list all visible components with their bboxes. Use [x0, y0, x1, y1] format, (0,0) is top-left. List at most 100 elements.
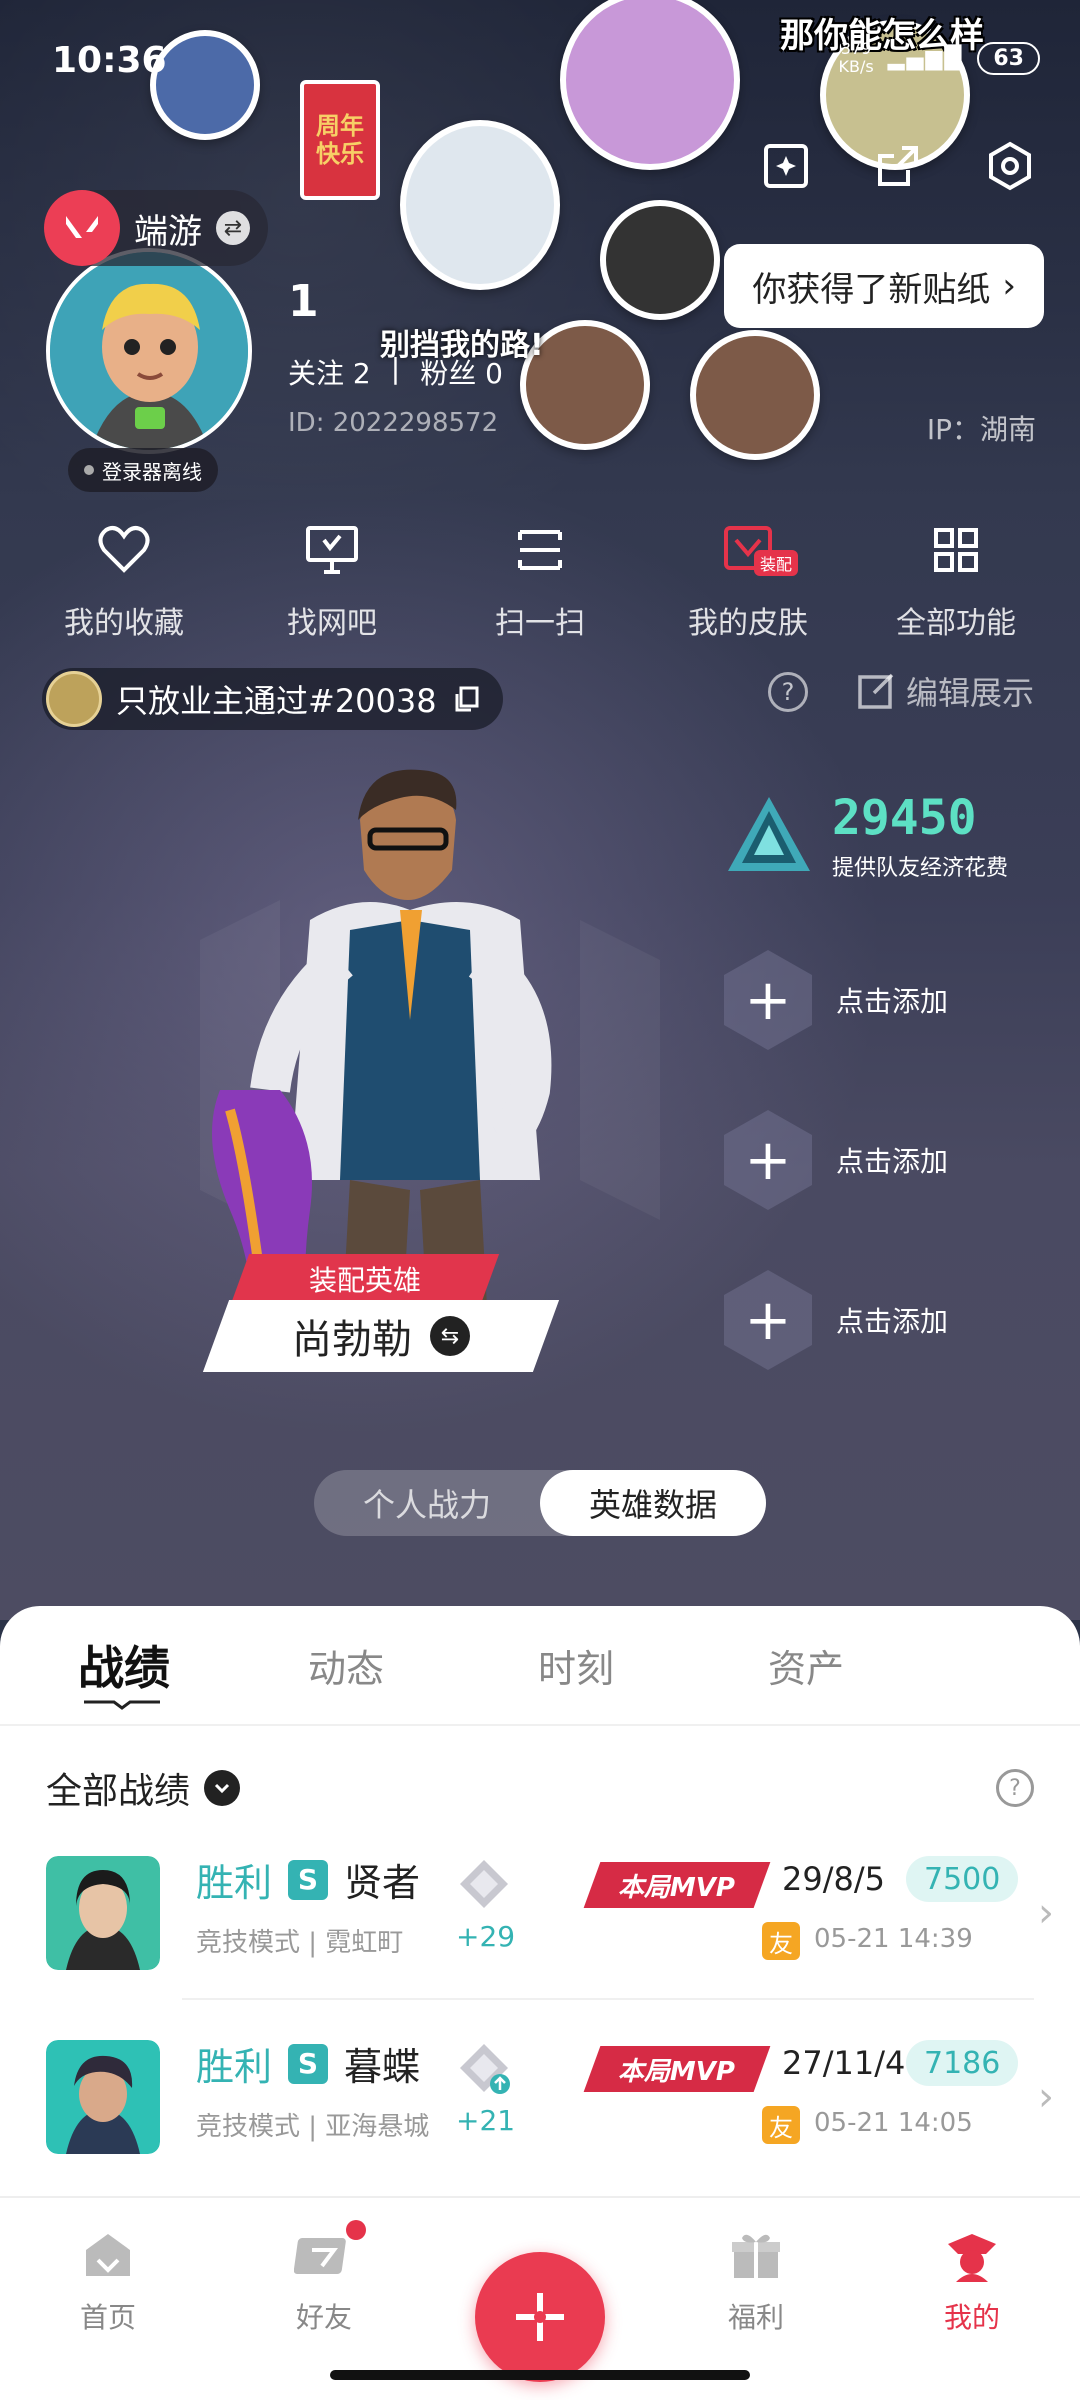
agent-name: 暮蝶 — [344, 2045, 421, 2089]
nav-label: 福利 — [727, 2301, 784, 2334]
help-icon[interactable]: ? — [768, 672, 808, 712]
records-filter[interactable]: 全部战绩 — [46, 1762, 241, 1814]
sticker-scroll-text-2: 快乐 — [316, 140, 364, 168]
edit-display-label: 编辑展示 — [905, 674, 1034, 712]
offline-text: 登录器离线 — [102, 459, 202, 484]
add-slot-label: 点击添加 — [836, 1305, 949, 1338]
new-sticker-tip-text: 你获得了新贴纸 — [752, 269, 991, 310]
row-divider — [182, 1998, 1034, 2000]
agent-name: 贤者 — [344, 1861, 421, 1905]
stat-label: 提供队友经济花费 — [832, 856, 1009, 881]
notification-dot — [346, 2220, 366, 2240]
result-text: 胜利 — [196, 2045, 273, 2089]
tab-records-label: 战绩 — [78, 1641, 170, 1695]
sticker-edit-icon[interactable] — [750, 130, 822, 202]
nav-label: 我的 — [943, 2301, 1000, 2334]
quick-action-all[interactable]: 全部功能 — [861, 520, 1051, 642]
guild-name: 只放业主通过#20038 — [116, 682, 437, 720]
plus-icon: + — [724, 1270, 812, 1370]
guild-badge-icon — [46, 671, 102, 727]
nav-profile[interactable]: 我的 — [882, 2198, 1062, 2400]
quick-action-label: 扫一扫 — [495, 606, 585, 641]
rank-triangle-icon — [728, 797, 810, 871]
plus-icon: + — [724, 950, 812, 1050]
network-speed-unit: KB/s — [838, 57, 874, 76]
username: 1 — [288, 276, 319, 327]
quick-action-skins[interactable]: 装配 我的皮肤 — [653, 520, 843, 642]
segment-personal-power[interactable]: 个人战力 — [314, 1470, 540, 1536]
rank-badge: S — [288, 1859, 329, 1900]
fans-link[interactable]: 粉丝 0 — [420, 352, 503, 392]
segment-hero-data[interactable]: 英雄数据 — [540, 1470, 766, 1536]
sticker-girl-purple — [560, 0, 740, 170]
game-switch-label: 端游 — [134, 211, 202, 252]
share-icon[interactable] — [862, 130, 934, 202]
mvp-text: 本局MVP — [618, 1872, 736, 1903]
follow-count: 2 — [352, 357, 371, 390]
record-result: 胜利 S 贤者 — [196, 1852, 420, 1907]
quick-action-scan[interactable]: 扫一扫 — [445, 520, 635, 642]
copy-icon[interactable] — [451, 684, 481, 714]
new-sticker-tip[interactable]: 你获得了新贴纸 › — [724, 244, 1044, 328]
settings-icon[interactable] — [974, 130, 1046, 202]
stat-economy[interactable]: 29450 提供队友经济花费 — [724, 790, 1008, 882]
sticker-white-hair — [400, 120, 560, 290]
status-time: 10:36 — [52, 40, 167, 81]
guild-chip[interactable]: 只放业主通过#20038 — [42, 668, 503, 730]
offline-dot-icon — [84, 465, 94, 475]
follow-divider: | — [390, 352, 401, 385]
skin-equip-tag: 装配 — [753, 550, 798, 576]
hero-swap-icon[interactable]: ⇆ — [430, 1316, 470, 1356]
tab-feed[interactable]: 动态 — [278, 1638, 508, 1693]
plus-icon[interactable] — [475, 2252, 605, 2382]
skin-icon: 装配 — [718, 520, 798, 580]
records-header: 全部战绩 ? — [0, 1726, 1080, 1814]
edit-display-button[interactable]: 编辑展示 — [856, 668, 1034, 714]
record-row[interactable]: 胜利 S 暮蝶 竞技模式 | 亚海悬城 +21 本局MVP 27/11/4 71… — [0, 2026, 1080, 2196]
avatar[interactable] — [46, 248, 252, 454]
chevron-down-icon — [204, 1770, 241, 1806]
tab-underline — [84, 1700, 160, 1710]
add-slot-3[interactable]: + 点击添加 — [724, 1270, 948, 1370]
friend-tag: 友 — [762, 2106, 800, 2144]
game-mode: 竞技模式 | 亚海悬城 — [196, 2112, 430, 2142]
follow-link[interactable]: 关注 2 — [288, 352, 371, 392]
home-indicator[interactable] — [330, 2370, 750, 2380]
agent-avatar — [46, 2040, 160, 2154]
quick-action-netcafe[interactable]: 找网吧 — [237, 520, 427, 642]
quick-action-favorites[interactable]: 我的收藏 — [29, 520, 219, 642]
match-time: 05-21 14:39 — [814, 1924, 973, 1954]
monitor-icon — [302, 520, 362, 580]
gift-icon — [732, 2234, 780, 2278]
tab-moments[interactable]: 时刻 — [508, 1638, 738, 1693]
mvp-text: 本局MVP — [618, 2056, 736, 2087]
hero-name-card[interactable]: 尚勃勒 ⇆ — [202, 1300, 560, 1372]
record-row[interactable]: 胜利 S 贤者 竞技模式 | 霓虹町 +29 本局MVP 29/8/5 7500… — [0, 1842, 1080, 2012]
plus-icon: + — [724, 1110, 812, 1210]
rr-gain: +21 — [456, 2104, 516, 2137]
signal-icon: ▂▄▆█ — [887, 45, 964, 71]
quick-action-label: 找网吧 — [287, 606, 377, 641]
sticker-cat-girl-2 — [690, 330, 820, 460]
mvp-badge: 本局MVP — [583, 2046, 771, 2092]
tab-records[interactable]: 战绩 — [48, 1632, 278, 1710]
game-switch-button[interactable]: 端游 ⇄ — [44, 190, 268, 266]
help-icon[interactable]: ? — [996, 1769, 1034, 1807]
battery-indicator: 63 — [977, 41, 1040, 75]
add-slot-1[interactable]: + 点击添加 — [724, 950, 948, 1050]
nav-home[interactable]: 首页 — [18, 2198, 198, 2400]
rank-diamond-up-icon — [460, 2044, 510, 2094]
top-action-icons — [750, 130, 1046, 202]
nav-label: 好友 — [295, 2301, 352, 2334]
equipped-hero-tag-text: 装配英雄 — [308, 1264, 421, 1297]
mvp-badge: 本局MVP — [583, 1862, 771, 1908]
network-speed: 379 KB/s — [838, 40, 873, 76]
tab-assets[interactable]: 资产 — [738, 1638, 968, 1693]
content-tabs: 战绩 动态 时刻 资产 — [0, 1606, 1080, 1726]
sticker-dark-hair — [600, 200, 720, 320]
valorant-logo-icon — [44, 190, 120, 266]
data-segment-control: 个人战力 英雄数据 — [314, 1470, 766, 1536]
add-slot-2[interactable]: + 点击添加 — [724, 1110, 948, 1210]
add-slot-label: 点击添加 — [836, 1145, 949, 1178]
kda: 27/11/4 — [782, 2044, 906, 2082]
